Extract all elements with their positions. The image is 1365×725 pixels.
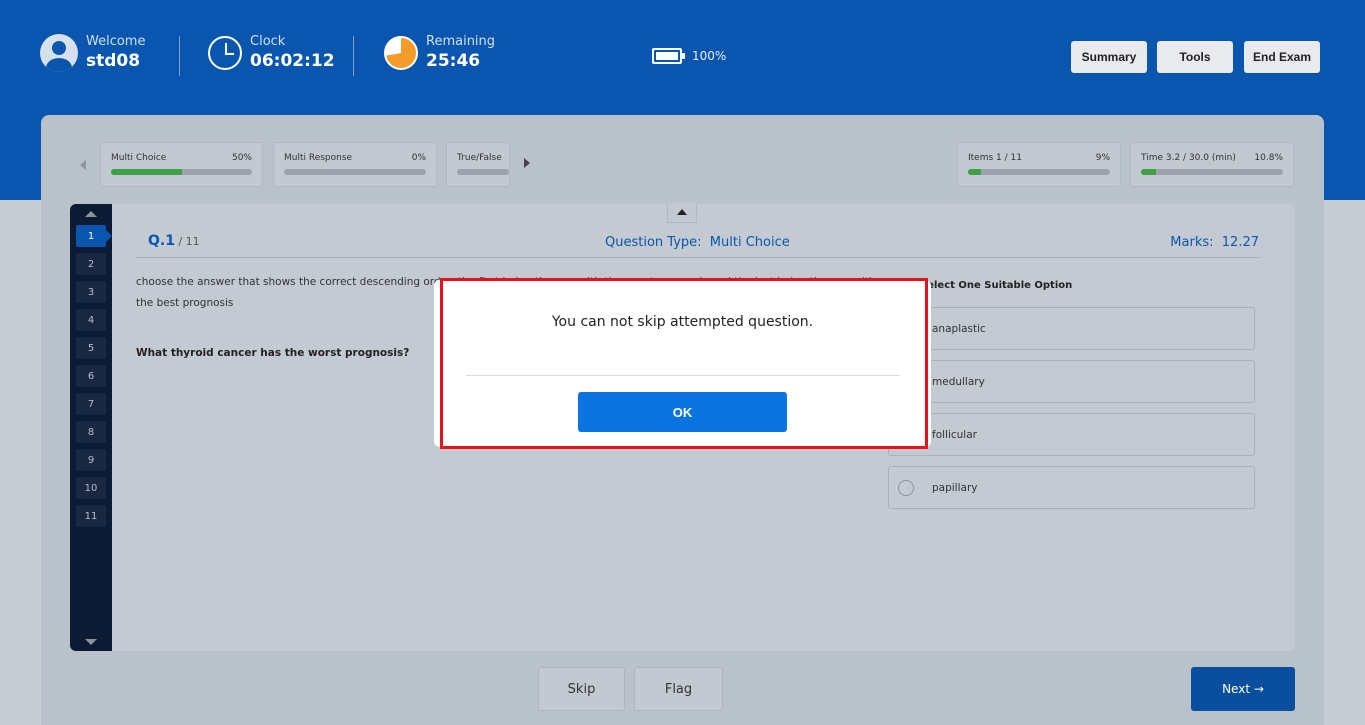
alert-message: You can not skip attempted question. bbox=[551, 314, 814, 330]
alert-divider bbox=[466, 375, 900, 376]
ok-button[interactable]: OK bbox=[578, 392, 787, 432]
